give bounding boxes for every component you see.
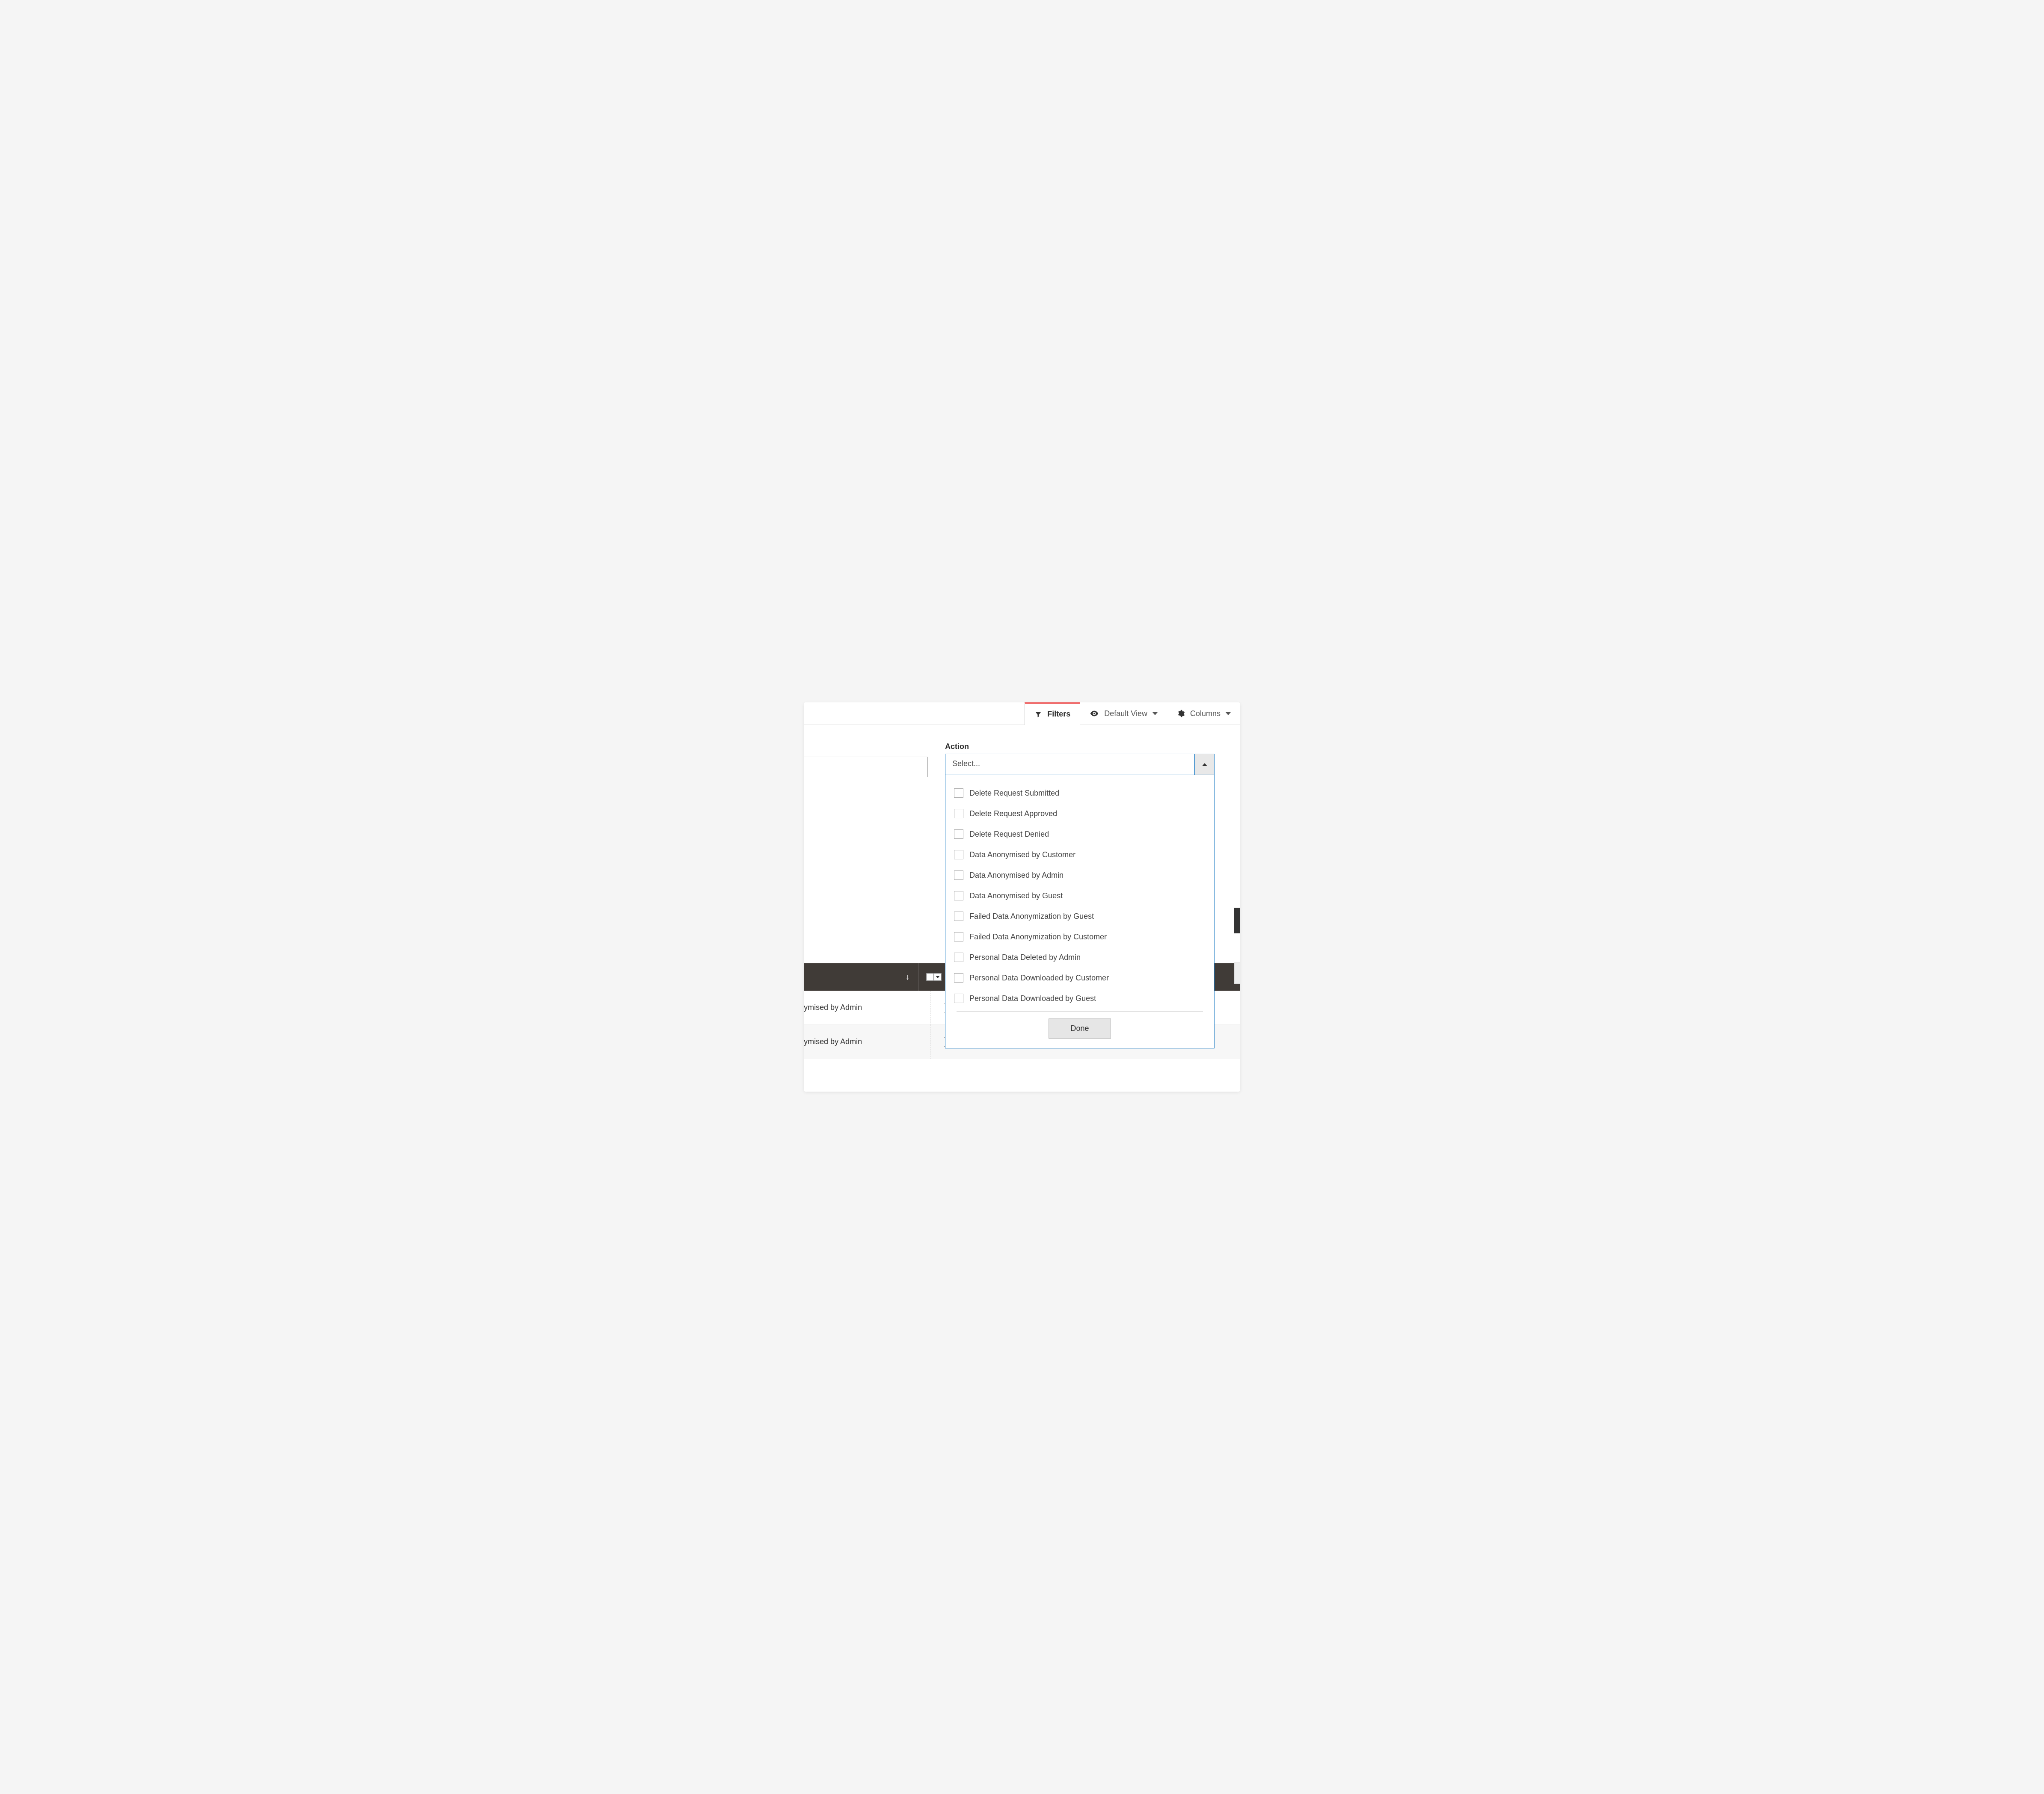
option-delete-request-approved[interactable]: Delete Request Approved (954, 803, 1206, 824)
chevron-down-icon (1152, 712, 1158, 715)
option-label: Failed Data Anonymization by Customer (969, 933, 1107, 941)
option-data-anonymised-customer[interactable]: Data Anonymised by Customer (954, 844, 1206, 865)
option-checkbox[interactable] (954, 829, 963, 839)
action-select-toggle[interactable] (1194, 754, 1214, 775)
default-view-label: Default View (1104, 709, 1147, 718)
chevron-down-icon (1226, 712, 1231, 715)
eye-icon (1090, 709, 1099, 718)
option-checkbox[interactable] (954, 870, 963, 880)
option-failed-anonymization-guest[interactable]: Failed Data Anonymization by Guest (954, 906, 1206, 927)
filters-label: Filters (1047, 710, 1070, 719)
option-checkbox[interactable] (954, 973, 963, 983)
filters-panel: Action Select... Delete Request Submitte… (804, 725, 1240, 1074)
option-delete-request-submitted[interactable]: Delete Request Submitted (954, 783, 1206, 803)
option-label: Data Anonymised by Guest (969, 891, 1063, 900)
columns-label: Columns (1190, 709, 1220, 718)
option-personal-data-downloaded-guest[interactable]: Personal Data Downloaded by Guest (954, 988, 1206, 1009)
grid-toolbar: Filters Default View Columns (804, 702, 1240, 725)
admin-panel: Filters Default View Columns ↓ (804, 702, 1240, 1092)
option-personal-data-deleted-admin[interactable]: Personal Data Deleted by Admin (954, 947, 1206, 968)
filters-tab[interactable]: Filters (1025, 702, 1080, 725)
default-view-button[interactable]: Default View (1080, 702, 1167, 725)
columns-button[interactable]: Columns (1167, 702, 1240, 725)
option-label: Delete Request Submitted (969, 789, 1059, 798)
option-failed-anonymization-customer[interactable]: Failed Data Anonymization by Customer (954, 927, 1206, 947)
action-filter-label: Action (945, 742, 1215, 751)
action-select-placeholder: Select... (945, 754, 1194, 775)
filter-text-input[interactable] (804, 757, 928, 777)
option-label: Data Anonymised by Admin (969, 871, 1063, 880)
action-dropdown: Delete Request Submitted Delete Request … (945, 775, 1215, 1048)
chevron-up-icon (1202, 763, 1207, 766)
option-checkbox[interactable] (954, 953, 963, 962)
option-checkbox[interactable] (954, 850, 963, 859)
option-label: Personal Data Downloaded by Customer (969, 974, 1109, 983)
option-label: Delete Request Approved (969, 809, 1057, 818)
option-checkbox[interactable] (954, 932, 963, 941)
done-button[interactable]: Done (1049, 1018, 1111, 1039)
action-filter: Action Select... Delete Request Submitte… (945, 742, 1215, 1048)
option-checkbox[interactable] (954, 788, 963, 798)
dropdown-footer: Done (957, 1011, 1203, 1039)
option-label: Delete Request Denied (969, 830, 1049, 839)
option-label: Personal Data Deleted by Admin (969, 953, 1081, 962)
option-data-anonymised-guest[interactable]: Data Anonymised by Guest (954, 885, 1206, 906)
option-label: Data Anonymised by Customer (969, 850, 1075, 859)
option-data-anonymised-admin[interactable]: Data Anonymised by Admin (954, 865, 1206, 885)
option-checkbox[interactable] (954, 994, 963, 1003)
funnel-icon (1034, 710, 1042, 718)
option-checkbox[interactable] (954, 891, 963, 900)
option-checkbox[interactable] (954, 809, 963, 818)
option-delete-request-denied[interactable]: Delete Request Denied (954, 824, 1206, 844)
option-personal-data-downloaded-customer[interactable]: Personal Data Downloaded by Customer (954, 968, 1206, 988)
option-label: Personal Data Downloaded by Guest (969, 994, 1096, 1003)
gear-icon (1176, 709, 1185, 718)
action-select[interactable]: Select... (945, 754, 1215, 775)
option-checkbox[interactable] (954, 912, 963, 921)
option-label: Failed Data Anonymization by Guest (969, 912, 1094, 921)
